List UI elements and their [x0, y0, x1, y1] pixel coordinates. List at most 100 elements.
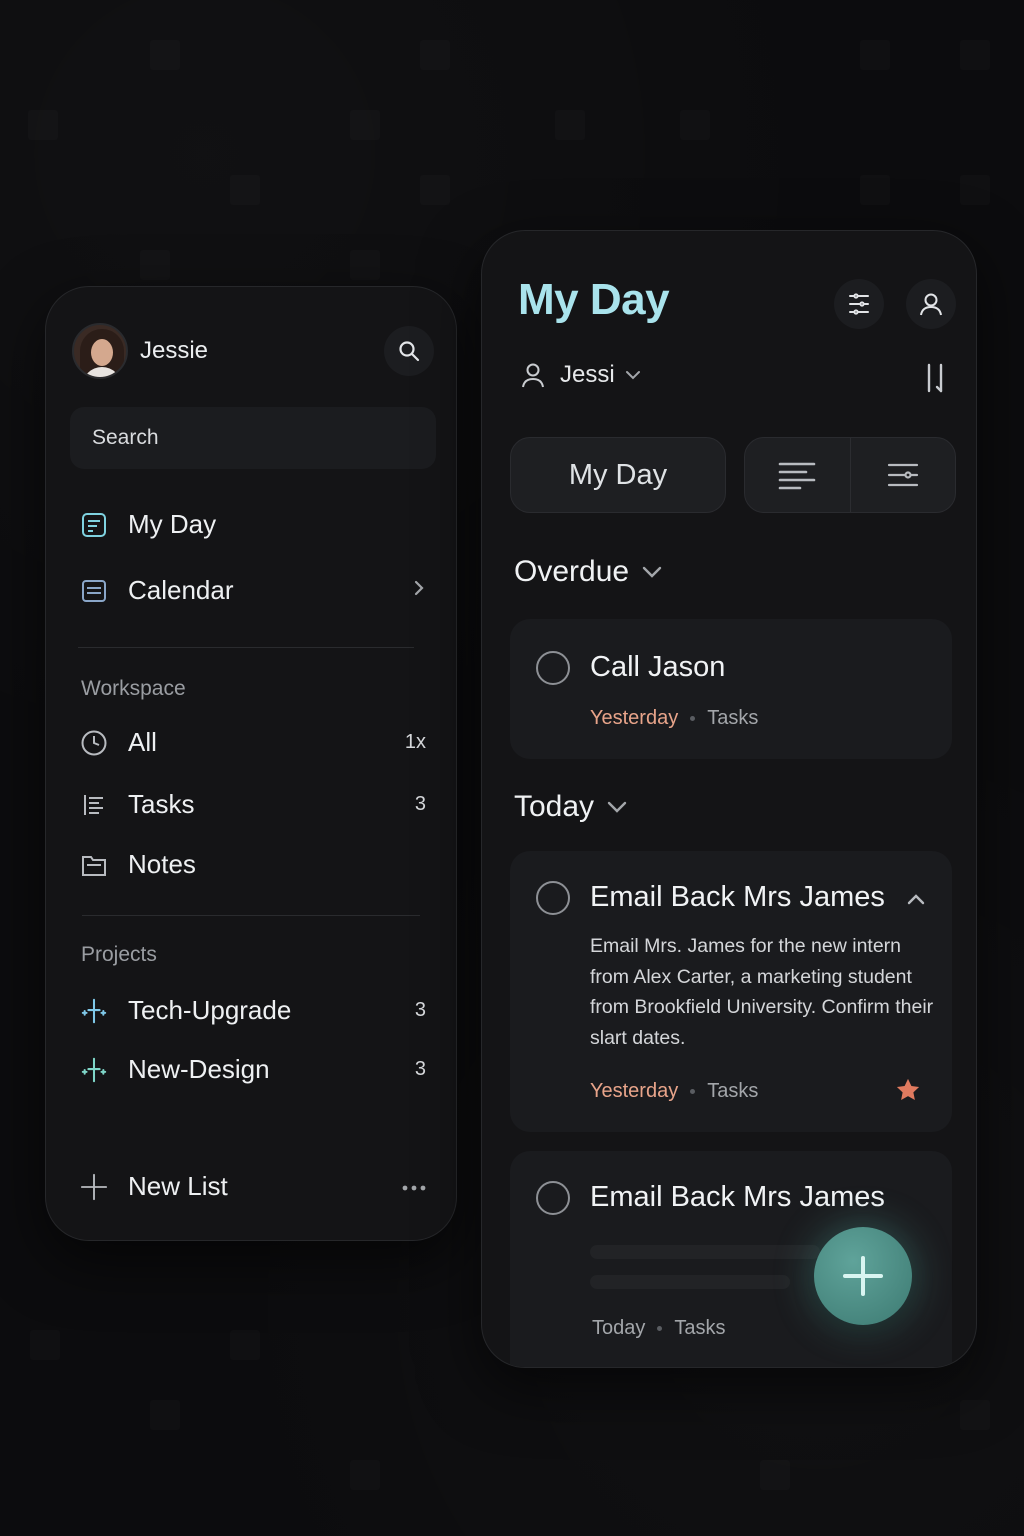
new-list-button[interactable]: New List	[80, 1171, 426, 1202]
background-tile	[30, 1330, 60, 1360]
sidebar-panel: Jessie Search My Day Calendar Workspace …	[45, 286, 457, 1241]
page-title: My Day	[518, 275, 670, 324]
task-card-expanded[interactable]: Email Back Mrs James Email Mrs. James fo…	[510, 851, 952, 1132]
segment-my-day-label: My Day	[568, 458, 668, 491]
task-card[interactable]: Call Jason Yesterday Tasks	[510, 619, 952, 759]
background-tile	[230, 175, 260, 205]
workspace-label: Workspace	[81, 677, 186, 700]
task-meta: Yesterday Tasks	[590, 1080, 758, 1103]
loading-placeholder	[590, 1275, 790, 1289]
background-tile	[760, 1460, 790, 1490]
search-input[interactable]: Search	[70, 407, 436, 469]
task-checkbox[interactable]	[536, 881, 570, 915]
calendar-icon	[80, 577, 108, 605]
list-icon	[80, 791, 108, 819]
sidebar-item-my-day[interactable]: My Day	[80, 509, 426, 540]
background-tile	[680, 110, 710, 140]
chevron-up-icon[interactable]	[906, 893, 926, 905]
sidebar-item-label: New-Design	[128, 1054, 270, 1084]
background-tile	[860, 40, 890, 70]
separator-dot	[690, 716, 696, 721]
task-list: Tasks	[707, 1080, 759, 1102]
clock-icon	[80, 729, 108, 757]
avatar[interactable]	[72, 323, 128, 379]
background-tile	[150, 1400, 180, 1430]
group-today-header[interactable]: Today	[514, 790, 628, 824]
sidebar-item-label: Tasks	[128, 789, 195, 819]
separator-dot	[657, 1326, 663, 1331]
sparkle-icon	[80, 1056, 108, 1084]
background-tile	[150, 40, 180, 70]
task-list: Tasks	[674, 1317, 726, 1339]
sparkle-icon	[80, 997, 108, 1025]
account-button[interactable]	[906, 279, 956, 329]
ellipsis-icon[interactable]	[402, 1175, 426, 1198]
user-select-name: Jessi	[560, 361, 615, 388]
sidebar-item-calendar[interactable]: Calendar	[80, 575, 426, 606]
background-tile	[230, 1330, 260, 1360]
task-list: Tasks	[707, 707, 759, 729]
main-panel: My Day Jessi My Day Overdue Call Jason Y…	[481, 230, 977, 1368]
star-icon[interactable]	[894, 1076, 922, 1104]
task-checkbox[interactable]	[536, 651, 570, 685]
user-select[interactable]: Jessi	[520, 361, 641, 389]
folder-icon	[80, 851, 108, 879]
chevron-down-icon	[642, 566, 662, 578]
chevron-down-icon	[625, 371, 640, 380]
task-date: Yesterday	[590, 1080, 679, 1102]
separator-dot	[690, 1089, 696, 1094]
sidebar-item-tech-upgrade[interactable]: Tech-Upgrade 3	[80, 995, 426, 1026]
background-tile	[555, 110, 585, 140]
sidebar-item-label: All	[128, 727, 157, 757]
task-description: Email Mrs. James for the new intern from…	[590, 935, 934, 1049]
plus-icon	[843, 1256, 883, 1296]
profile-row: Jessie	[72, 323, 434, 379]
profile-name: Jessie	[140, 337, 209, 364]
background-tile	[140, 250, 170, 280]
user-icon	[920, 293, 942, 316]
group-overdue-header[interactable]: Overdue	[514, 555, 663, 589]
task-meta: Yesterday Tasks	[590, 707, 758, 730]
background-tile	[960, 40, 990, 70]
background-tile	[28, 110, 58, 140]
group-today-label: Today	[514, 790, 595, 823]
task-date: Today	[592, 1317, 646, 1339]
sidebar-item-count: 3	[414, 793, 426, 815]
search-placeholder: Search	[92, 426, 159, 449]
background-tile	[350, 110, 380, 140]
sort-icon	[927, 363, 943, 393]
divider	[78, 647, 414, 648]
group-overdue-label: Overdue	[514, 555, 630, 588]
sidebar-item-label: Notes	[128, 849, 196, 879]
search-button[interactable]	[384, 326, 434, 376]
sidebar-item-tasks[interactable]: Tasks 3	[80, 789, 426, 820]
sort-button[interactable]	[910, 353, 960, 403]
adjust-view-button[interactable]	[849, 438, 956, 512]
new-list-label: New List	[128, 1171, 228, 1201]
sidebar-item-label: My Day	[128, 509, 217, 539]
task-title: Email Back Mrs James	[590, 881, 885, 913]
loading-placeholder	[590, 1245, 820, 1259]
background-tile	[960, 175, 990, 205]
background-tile	[420, 40, 450, 70]
task-title: Email Back Mrs James	[590, 1181, 885, 1213]
sidebar-item-all[interactable]: All 1x	[80, 727, 426, 758]
note-icon	[80, 511, 108, 539]
background-tile	[960, 1400, 990, 1430]
sidebar-item-count: 1x	[404, 731, 426, 753]
sidebar-item-label: Tech-Upgrade	[128, 995, 292, 1025]
sliders-icon	[849, 293, 869, 315]
task-meta: Today Tasks	[592, 1317, 726, 1340]
sliders-icon	[887, 463, 918, 487]
filter-button[interactable]	[834, 279, 884, 329]
background-tile	[860, 175, 890, 205]
sidebar-item-new-design[interactable]: New-Design 3	[80, 1054, 426, 1085]
sidebar-item-notes[interactable]: Notes	[80, 849, 426, 880]
add-task-button[interactable]	[814, 1227, 912, 1325]
group-view-button[interactable]	[745, 438, 850, 512]
sidebar-item-label: Calendar	[128, 575, 234, 605]
segment-my-day[interactable]: My Day	[510, 437, 726, 513]
plus-icon	[80, 1173, 108, 1201]
chevron-down-icon	[607, 801, 627, 813]
task-checkbox[interactable]	[536, 1181, 570, 1215]
